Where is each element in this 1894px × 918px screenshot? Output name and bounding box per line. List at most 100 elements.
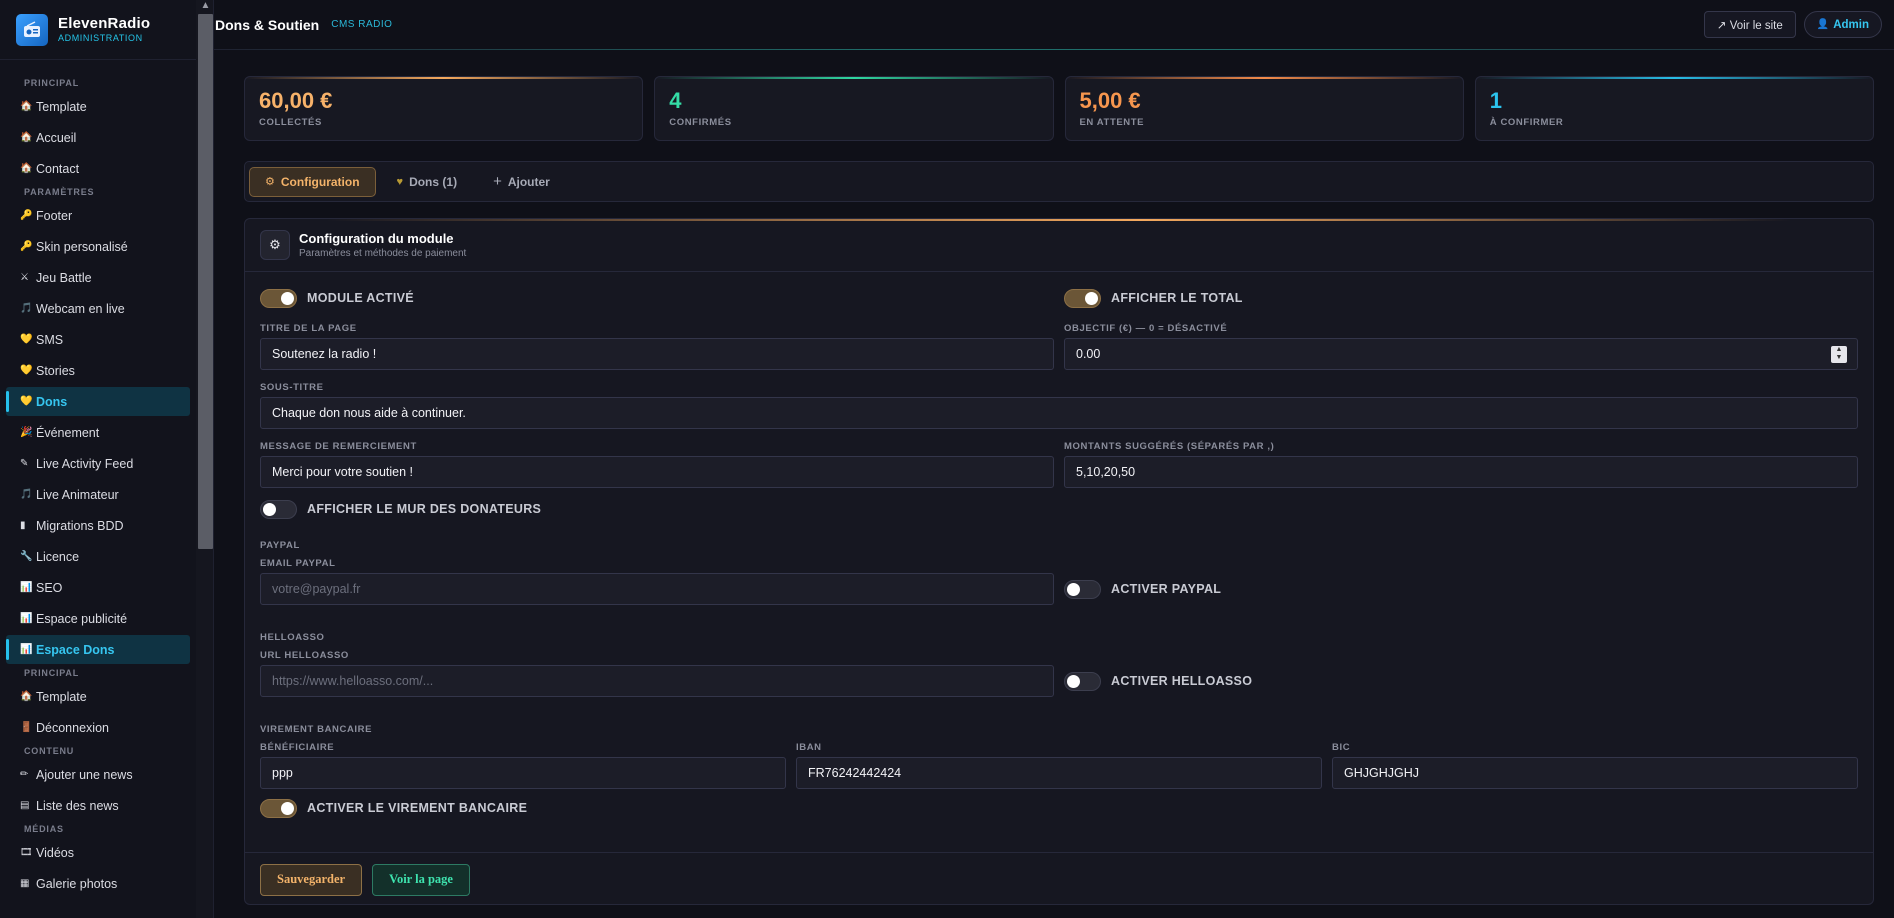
tab-label: Dons (1) [409,174,458,189]
sidebar-item-migrations[interactable]: ▮ Migrations BDD [6,511,190,540]
home-icon: 🏠 [20,101,33,112]
sidebar-item-seo[interactable]: 📊 SEO [6,573,190,602]
sidebar-item-espace-publicite[interactable]: 📊 Espace publicité [6,604,190,633]
page-title-input[interactable]: Soutenez la radio ! [260,338,1054,370]
field-label: EMAIL PAYPAL [260,558,336,569]
sidebar-item-videos[interactable]: 🎞 Vidéos [6,838,190,867]
music-note-icon: 🎵 [20,489,33,500]
number-spinner-icon[interactable]: ▲ ▼ [1831,346,1847,363]
sidebar-item-accueil[interactable]: 🏠 Accueil [6,123,190,152]
donor-wall-toggle[interactable] [260,499,297,519]
sidebar-item-espace-dons[interactable]: 📊 Espace Dons [6,635,190,664]
tab-dons[interactable]: ♥ Dons (1) [382,167,473,197]
config-subtitle: Paramètres et méthodes de paiement [299,248,467,259]
heart-icon: 💛 [20,396,33,407]
paypal-setting: ACTIVER PAYPAL [1064,573,1858,605]
gear-icon: ⚙ [260,230,290,260]
sidebar-item-label: Déconnexion [36,720,109,735]
save-button[interactable]: Sauvegarder [260,863,363,896]
tab-label: Configuration [280,174,360,189]
subtitle-input[interactable]: Chaque don nous aide à continuer. [260,397,1858,429]
sidebar-item-label: Template [36,689,87,704]
show-total-toggle[interactable] [1064,288,1101,308]
thanks-message-input[interactable]: Merci pour votre soutien ! [260,456,1054,488]
sidebar-item-contact[interactable]: 🏠 Contact [6,154,190,183]
beneficiary-input[interactable]: ppp [260,757,786,789]
sidebar-item-live-activity-feed[interactable]: ✎ Live Activity Feed [6,449,190,478]
sidebar-nav: PRINCIPAL 🏠 Template 🏠 Accueil 🏠 Contact PA… [0,60,194,898]
admin-menu-button[interactable]: 👤 Admin [1803,11,1882,38]
heart-icon: ♥ [396,175,404,188]
iban-input[interactable]: FR76242442424 [796,757,1322,789]
sidebar-item-label: Espace publicité [36,611,128,626]
sidebar-item-licence[interactable]: 🔧 Licence [6,542,190,571]
top-actions: ↗ Voir le site 👤 Admin [1703,11,1882,38]
sidebar-item-evenement[interactable]: 🎉 Événement [6,418,190,447]
sidebar-scrollbar-thumb[interactable] [198,14,213,549]
sidebar-item-template[interactable]: 🏠 Template [6,92,190,121]
sidebar-item-label: Contact [36,161,80,176]
scroll-up-arrow-icon[interactable]: ▲ [199,0,212,12]
tab-ajouter[interactable]: + Ajouter [478,167,565,197]
user-icon: 👤 [1816,19,1830,30]
chart-icon: 📊 [20,613,33,624]
sidebar-item-dons[interactable]: 💛 Dons [6,387,190,416]
door-icon: 🚪 [20,722,33,733]
sidebar-item-footer[interactable]: 🔑 Footer [6,201,190,230]
sidebar-item-liste-news[interactable]: ▤ Liste des news [6,791,190,820]
view-site-button[interactable]: ↗ Voir le site [1703,11,1796,38]
module-active-toggle[interactable] [260,288,297,308]
main-content: 60,00 € COLLECTÉS 4 CONFIRMÉS 5,00 € EN … [244,76,1874,905]
bank-transfer-toggle[interactable] [260,798,297,818]
tab-configuration[interactable]: ⚙ Configuration [249,166,376,197]
goal-value: 0.00 [1076,347,1101,361]
sidebar-item-deconnexion[interactable]: 🚪 Déconnexion [6,713,190,742]
sidebar-item-sms[interactable]: 💛 SMS [6,325,190,354]
sidebar-item-label: Footer [36,208,73,223]
paypal-email-input[interactable]: votre@paypal.fr [260,573,1054,605]
stat-value: 4 [669,88,682,113]
paypal-toggle[interactable] [1064,579,1101,599]
brand[interactable]: ElevenRadio ADMINISTRATION [0,0,213,60]
swords-icon: ⚔ [20,272,29,283]
sidebar-item-label: Jeu Battle [36,270,92,285]
sidebar-item-skin[interactable]: 🔑 Skin personalisé [6,232,190,261]
field-label: SOUS-TITRE [260,382,324,393]
toggle-label: ACTIVER HELLOASSO [1111,674,1253,688]
suggested-amounts-input[interactable]: 5,10,20,50 [1064,456,1858,488]
bank-transfer-setting: ACTIVER LE VIREMENT BANCAIRE [260,797,1858,819]
plus-icon: + [493,173,502,190]
sidebar-item-label: Licence [36,549,80,564]
admin-label: Admin [1833,18,1869,31]
helloasso-toggle[interactable] [1064,671,1101,691]
stat-value: 1 [1489,88,1502,113]
sidebar: ElevenRadio ADMINISTRATION PRINCIPAL 🏠 Te… [0,0,214,918]
gear-icon: ⚙ [265,176,275,188]
sidebar-item-template-2[interactable]: 🏠 Template [6,682,190,711]
sidebar-item-stories[interactable]: 💛 Stories [6,356,190,385]
nav-section-principal-2: PRINCIPAL [24,668,80,678]
sidebar-item-live-animateur[interactable]: 🎵 Live Animateur [6,480,190,509]
stat-card-to-confirm: 1 À CONFIRMER [1474,76,1874,141]
sidebar-item-webcam[interactable]: 🎵 Webcam en live [6,294,190,323]
sidebar-item-ajouter-news[interactable]: ✏ Ajouter une news [6,760,190,789]
field-label: URL HELLOASSO [260,650,349,661]
home-icon: 🏠 [20,691,33,702]
sidebar-item-label: Template [36,99,87,114]
bic-input[interactable]: GHJGHJGHJ [1332,757,1858,789]
sidebar-item-galerie[interactable]: ▦ Galerie photos [6,869,190,898]
tab-bar: ⚙ Configuration ♥ Dons (1) + Ajouter [244,161,1874,202]
sidebar-item-label: Dons [36,394,68,409]
sidebar-item-jeu-battle[interactable]: ⚔ Jeu Battle [6,263,190,292]
view-page-button[interactable]: Voir la page [372,863,470,896]
sidebar-item-label: Stories [36,363,75,378]
stats-row: 60,00 € COLLECTÉS 4 CONFIRMÉS 5,00 € EN … [244,76,1874,141]
field-label: IBAN [796,742,822,753]
page-title: Dons & Soutien [215,16,320,33]
field-label: MONTANTS SUGGÉRÉS (SÉPARÉS PAR ,) [1064,441,1275,452]
goal-input[interactable]: 0.00 ▲ ▼ [1064,338,1858,370]
helloasso-url-input[interactable]: https://www.helloasso.com/... [260,665,1054,697]
topbar: Dons & Soutien CMS RADIO ↗ Voir le site … [214,0,1894,50]
sidebar-item-label: Migrations BDD [36,518,124,533]
key-icon: 🔑 [20,241,33,252]
